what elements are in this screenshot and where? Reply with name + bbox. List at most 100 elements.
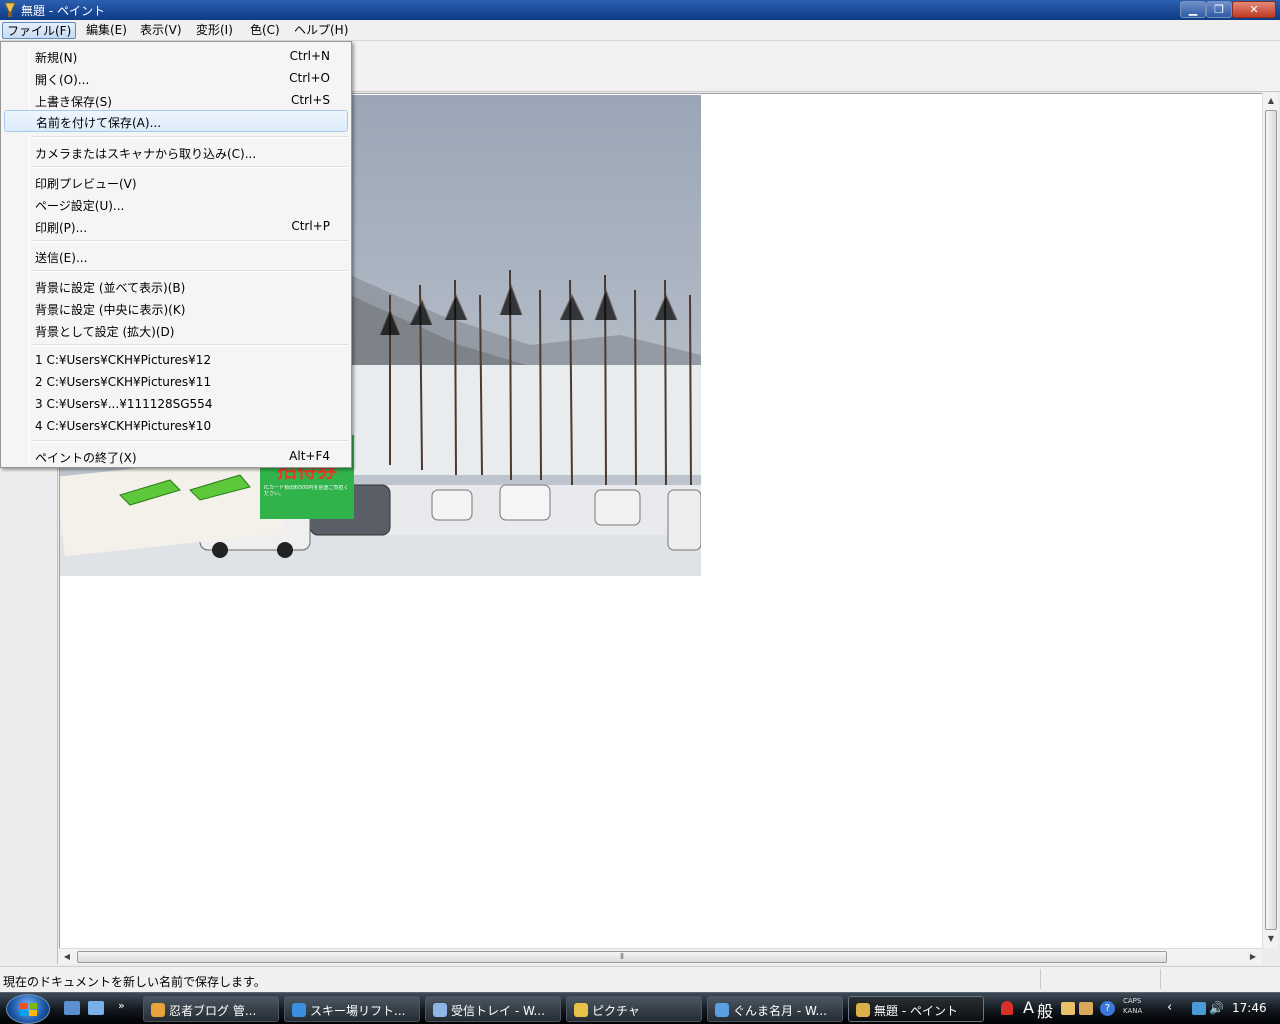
- menu-item-label: 3 C:¥Users¥...¥111128SG554: [35, 397, 213, 411]
- menu-item-label: 4 C:¥Users¥CKH¥Pictures¥10: [35, 419, 212, 433]
- menu-item-open[interactable]: 開く(O)... Ctrl+O: [4, 67, 348, 89]
- taskbar-button-label: 受信トレイ - W...: [451, 1004, 545, 1018]
- folder-icon: [574, 1003, 588, 1017]
- menu-item-save[interactable]: 上書き保存(S) Ctrl+S: [4, 89, 348, 111]
- menu-item-shortcut: Ctrl+P: [291, 219, 330, 233]
- menu-item-recent-file[interactable]: 3 C:¥Users¥...¥111128SG554: [4, 393, 348, 415]
- menu-view[interactable]: 表示(V): [136, 22, 186, 39]
- taskbar-button[interactable]: 忍者ブログ 管...: [143, 996, 279, 1022]
- file-menu-dropdown: 新規(N) Ctrl+N 開く(O)... Ctrl+O 上書き保存(S) Ct…: [0, 41, 352, 468]
- ime-mode-indicator[interactable]: A: [1023, 998, 1034, 1017]
- ime-toolbar-icon[interactable]: [1061, 1002, 1075, 1015]
- menu-item-label: カメラまたはスキャナから取り込み(C)...: [35, 147, 257, 161]
- menu-item-label: 背景として設定 (拡大)(D): [35, 325, 175, 339]
- taskbar-button-active[interactable]: 無題 - ペイント: [848, 996, 984, 1022]
- caps-label: CAPS: [1123, 997, 1142, 1005]
- vertical-scroll-thumb[interactable]: [1265, 110, 1277, 930]
- minimize-button[interactable]: ▁: [1180, 1, 1206, 18]
- taskbar-button[interactable]: スキー場リフト...: [284, 996, 420, 1022]
- taskbar-button[interactable]: 受信トレイ - W...: [425, 996, 561, 1022]
- ime-pad-icon[interactable]: [1079, 1002, 1093, 1015]
- menu-separator: [32, 166, 348, 168]
- horizontal-scroll-thumb[interactable]: ⦀: [77, 951, 1167, 963]
- close-button[interactable]: ✕: [1232, 1, 1276, 18]
- maximize-button[interactable]: ❐: [1206, 1, 1232, 18]
- status-bar: 現在のドキュメントを新しい名前で保存します。: [0, 966, 1280, 992]
- horizontal-scrollbar[interactable]: ◀ ⦀ ▶: [59, 948, 1262, 964]
- vertical-scrollbar[interactable]: ▲ ▼: [1262, 93, 1278, 948]
- clock[interactable]: 17:46: [1232, 1001, 1267, 1015]
- ime-language-icon[interactable]: [1001, 1001, 1013, 1015]
- explorer-icon: [715, 1003, 729, 1017]
- kana-label: KANA: [1123, 1007, 1143, 1015]
- caps-kana-indicator: CAPS KANA: [1123, 996, 1142, 1016]
- menu-item-new[interactable]: 新規(N) Ctrl+N: [4, 45, 348, 67]
- menu-item-label: 送信(E)...: [35, 251, 88, 265]
- taskbar-button[interactable]: ピクチャ: [566, 996, 702, 1022]
- show-desktop-icon[interactable]: [88, 1001, 104, 1015]
- menu-separator: [32, 240, 348, 242]
- title-bar: 無題 - ペイント ▁ ❐ ✕: [0, 0, 1280, 20]
- menu-separator: [32, 136, 348, 138]
- menu-item-label: ペイントの終了(X): [35, 451, 137, 465]
- menu-separator: [32, 344, 348, 346]
- menu-item-set-background-tiled[interactable]: 背景に設定 (並べて表示)(B): [4, 275, 348, 297]
- network-icon[interactable]: [1192, 1002, 1206, 1015]
- status-divider: [1160, 969, 1161, 989]
- menu-edit[interactable]: 編集(E): [82, 22, 131, 39]
- menu-item-label: 上書き保存(S): [35, 95, 112, 109]
- menu-item-label: ページ設定(U)...: [35, 199, 125, 213]
- taskbar-button-label: 忍者ブログ 管...: [169, 1004, 257, 1018]
- start-button[interactable]: [6, 994, 50, 1024]
- menu-item-print-preview[interactable]: 印刷プレビュー(V): [4, 171, 348, 193]
- taskbar-button-label: ピクチャ: [592, 1004, 640, 1018]
- menu-item-shortcut: Ctrl+S: [290, 93, 330, 107]
- paint-app-icon: [4, 2, 16, 17]
- chrome-icon: [151, 1003, 165, 1017]
- quick-launch-more-icon[interactable]: »: [118, 1000, 132, 1015]
- status-divider: [1040, 969, 1041, 989]
- menu-item-recent-file[interactable]: 4 C:¥Users¥CKH¥Pictures¥10: [4, 415, 348, 437]
- scroll-up-icon[interactable]: ▲: [1263, 93, 1279, 109]
- menu-item-shortcut: Ctrl+N: [289, 49, 330, 63]
- scroll-left-icon[interactable]: ◀: [59, 949, 75, 965]
- menu-item-set-background-centered[interactable]: 背景に設定 (中央に表示)(K): [4, 297, 348, 319]
- menu-help[interactable]: ヘルプ(H): [290, 22, 352, 39]
- menu-item-save-as[interactable]: 名前を付けて保存(A)...: [4, 110, 348, 132]
- menu-item-recent-file[interactable]: 1 C:¥Users¥CKH¥Pictures¥12: [4, 349, 348, 371]
- switch-windows-icon[interactable]: [64, 1001, 80, 1015]
- menu-colors[interactable]: 色(C): [246, 22, 284, 39]
- menu-item-set-background-stretched[interactable]: 背景として設定 (拡大)(D): [4, 319, 348, 341]
- menu-image[interactable]: 変形(I): [192, 22, 237, 39]
- scroll-down-icon[interactable]: ▼: [1263, 931, 1279, 947]
- system-tray: A 般 ? CAPS KANA ‹ 🔊 17:46: [995, 993, 1280, 1024]
- menu-bar: ファイル(F) 編集(E) 表示(V) 変形(I) 色(C) ヘルプ(H): [0, 20, 1280, 41]
- ime-kanji-indicator[interactable]: 般: [1037, 998, 1053, 1022]
- scroll-right-icon[interactable]: ▶: [1245, 949, 1261, 965]
- menu-item-print[interactable]: 印刷(P)... Ctrl+P: [4, 215, 348, 237]
- window-title: 無題 - ペイント: [21, 4, 105, 18]
- ie-icon: [292, 1003, 306, 1017]
- menu-item-label: 2 C:¥Users¥CKH¥Pictures¥11: [35, 375, 212, 389]
- menu-file[interactable]: ファイル(F): [2, 22, 77, 39]
- help-icon[interactable]: ?: [1100, 1001, 1115, 1016]
- menu-item-label: 背景に設定 (並べて表示)(B): [35, 281, 186, 295]
- menu-item-page-setup[interactable]: ページ設定(U)...: [4, 193, 348, 215]
- menu-item-label: 開く(O)...: [35, 73, 90, 87]
- show-hidden-icons-chevron-icon[interactable]: ‹: [1167, 1000, 1172, 1015]
- menu-separator: [32, 440, 348, 442]
- menu-item-import-scanner[interactable]: カメラまたはスキャナから取り込み(C)...: [4, 141, 348, 163]
- windows-logo-icon: [20, 1003, 37, 1016]
- taskbar-button[interactable]: ぐんま名月 - W...: [707, 996, 843, 1022]
- menu-separator: [32, 270, 348, 272]
- menu-item-send[interactable]: 送信(E)...: [4, 245, 348, 267]
- menu-item-shortcut: Alt+F4: [289, 449, 330, 463]
- sign-small-text: ICカード預出料500円を別途ご負担ください。: [264, 485, 349, 497]
- menu-item-shortcut: Ctrl+O: [289, 71, 330, 85]
- volume-icon[interactable]: 🔊: [1209, 1001, 1224, 1015]
- paint-icon: [856, 1003, 870, 1017]
- menu-item-exit[interactable]: ペイントの終了(X) Alt+F4: [4, 445, 348, 467]
- menu-item-recent-file[interactable]: 2 C:¥Users¥CKH¥Pictures¥11: [4, 371, 348, 393]
- taskbar-button-label: 無題 - ペイント: [874, 1004, 958, 1018]
- menu-item-label: 印刷プレビュー(V): [35, 177, 137, 191]
